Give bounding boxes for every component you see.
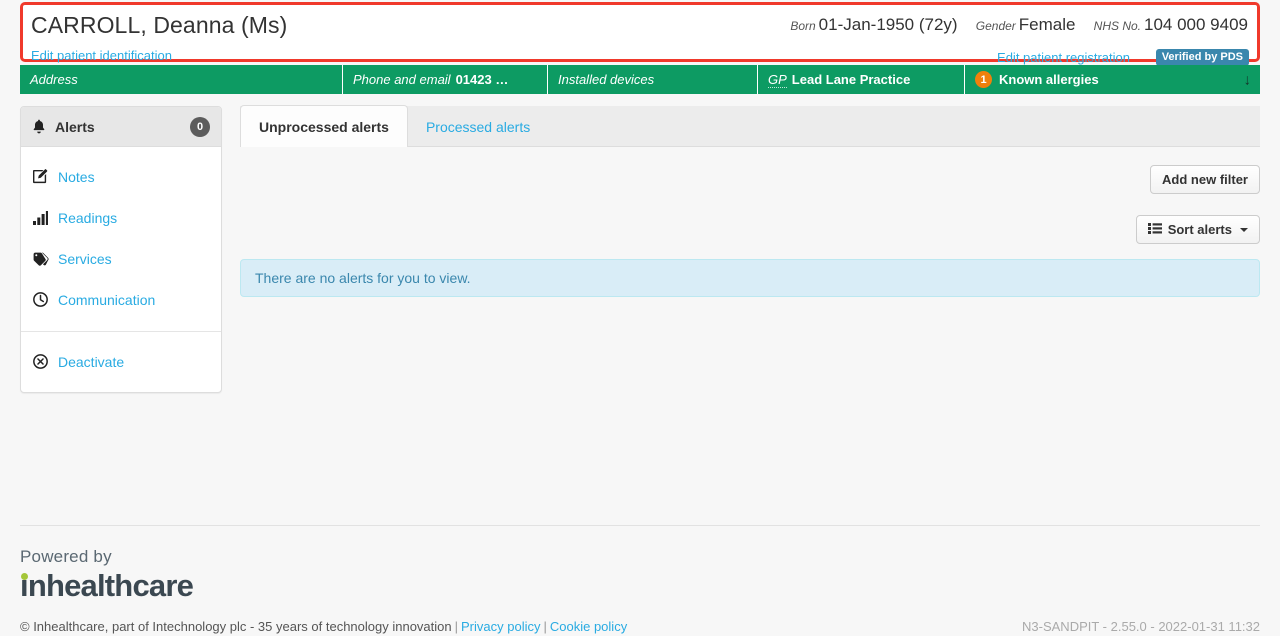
- chevron-down-icon: [1240, 227, 1248, 232]
- circle-x-icon: [32, 354, 49, 369]
- gender-label: Gender: [975, 19, 1016, 33]
- patient-summary-bar: Address Phone and email 01423 … Installe…: [20, 65, 1260, 94]
- footer-legal: © Inhealthcare, part of Intechnology plc…: [20, 619, 627, 634]
- born-group: Born 01-Jan-1950 (72y): [790, 15, 961, 34]
- sidebar-item-label: Notes: [58, 168, 95, 185]
- expand-down-arrow-icon[interactable]: ↓: [1244, 72, 1252, 87]
- brand-name: inhealthcare: [20, 567, 194, 603]
- sort-alerts-label: Sort alerts: [1167, 222, 1232, 237]
- alerts-count-badge: 0: [190, 116, 210, 137]
- add-new-filter-button[interactable]: Add new filter: [1150, 165, 1260, 194]
- phone-email-label: Phone and email: [353, 72, 451, 87]
- cookie-policy-link[interactable]: Cookie policy: [550, 619, 627, 634]
- summary-cell-installed-devices[interactable]: Installed devices: [548, 65, 758, 94]
- copyright-text: © Inhealthcare, part of Intechnology plc…: [20, 619, 452, 634]
- page-root: CARROLL, Deanna (Ms) Edit patient identi…: [0, 0, 1280, 636]
- sidebar-item-label: Communication: [58, 291, 156, 308]
- logo-dot-icon: [21, 572, 28, 580]
- privacy-policy-link[interactable]: Privacy policy: [461, 619, 540, 634]
- footer-separator-2: |: [543, 619, 547, 634]
- sidebar-item-communication[interactable]: Communication: [21, 279, 221, 320]
- pencil-square-icon: [32, 169, 49, 184]
- sidebar-items: Notes Readings Services Communication: [21, 147, 221, 326]
- list-icon: [1147, 222, 1162, 237]
- sidebar-footer-items: Deactivate: [21, 332, 221, 392]
- sidebar-item-label: Deactivate: [58, 353, 125, 370]
- summary-cell-address[interactable]: Address: [20, 65, 343, 94]
- sidebar-item-readings[interactable]: Readings: [21, 197, 221, 238]
- no-alerts-message: There are no alerts for you to view.: [240, 259, 1260, 297]
- gp-value: Lead Lane Practice: [791, 72, 911, 87]
- sidebar-item-notes[interactable]: Notes: [21, 156, 221, 197]
- footer-divider: [20, 525, 1260, 526]
- build-info: N3-SANDPIT - 2.55.0 - 2022-01-31 11:32: [1022, 619, 1260, 634]
- clock-icon: [32, 292, 49, 307]
- inhealthcare-logo: Powered by inhealthcare: [20, 547, 194, 603]
- brand-wordmark: inhealthcare: [20, 567, 194, 603]
- summary-cell-gp[interactable]: GP Lead Lane Practice: [758, 65, 965, 94]
- known-allergies-label: Known allergies: [999, 72, 1099, 87]
- gender-group: Gender Female: [975, 15, 1080, 34]
- footer-separator-1: |: [454, 619, 459, 634]
- address-label: Address: [30, 72, 78, 87]
- gp-label: GP: [768, 71, 787, 88]
- sidebar-header-alerts[interactable]: Alerts 0: [21, 107, 221, 147]
- edit-patient-registration-link[interactable]: Edit patient registration: [997, 50, 1130, 65]
- summary-cell-phone-email[interactable]: Phone and email 01423 …: [343, 65, 548, 94]
- status-badge-verified-by-pds: Verified by PDS: [1155, 49, 1249, 67]
- summary-cell-known-allergies[interactable]: 1 Known allergies ↓: [965, 65, 1260, 94]
- patient-banner: CARROLL, Deanna (Ms) Edit patient identi…: [20, 2, 1260, 67]
- patient-demographics: Born 01-Jan-1950 (72y) Gender Female NHS N…: [790, 15, 1248, 35]
- nhs-number-value: 104 000 9409: [1144, 15, 1248, 34]
- born-value: 01-Jan-1950 (72y): [818, 15, 958, 34]
- sidebar-item-label: Services: [58, 250, 112, 267]
- nhs-number-label: NHS No.: [1093, 19, 1141, 33]
- sidebar-item-label: Readings: [58, 209, 118, 226]
- born-label: Born: [790, 19, 816, 33]
- tab-processed-alerts[interactable]: Processed alerts: [408, 106, 548, 147]
- installed-devices-label: Installed devices: [558, 72, 655, 87]
- sidebar-item-services[interactable]: Services: [21, 238, 221, 279]
- alerts-tabstrip: Unprocessed alerts Processed alerts: [240, 105, 1260, 147]
- sort-alerts-button[interactable]: Sort alerts: [1135, 215, 1260, 244]
- allergy-count-badge: 1: [975, 71, 992, 88]
- edit-patient-identification-link[interactable]: Edit patient identification: [31, 48, 172, 63]
- tag-icon: [32, 252, 49, 266]
- bell-icon: [32, 119, 46, 134]
- sidebar-item-deactivate[interactable]: Deactivate: [21, 341, 221, 382]
- gender-value: Female: [1018, 15, 1076, 34]
- bar-chart-icon: [32, 210, 49, 225]
- powered-by-label: Powered by: [20, 547, 112, 566]
- tab-unprocessed-alerts[interactable]: Unprocessed alerts: [240, 105, 408, 147]
- phone-email-value: 01423 …: [455, 72, 509, 87]
- patient-name: CARROLL, Deanna (Ms): [31, 12, 288, 38]
- sidebar-header-label: Alerts: [55, 118, 95, 135]
- patient-sidebar: Alerts 0 Notes Readings Services Communi…: [20, 106, 222, 393]
- nhs-number-group: NHS No. 104 000 9409: [1093, 15, 1248, 34]
